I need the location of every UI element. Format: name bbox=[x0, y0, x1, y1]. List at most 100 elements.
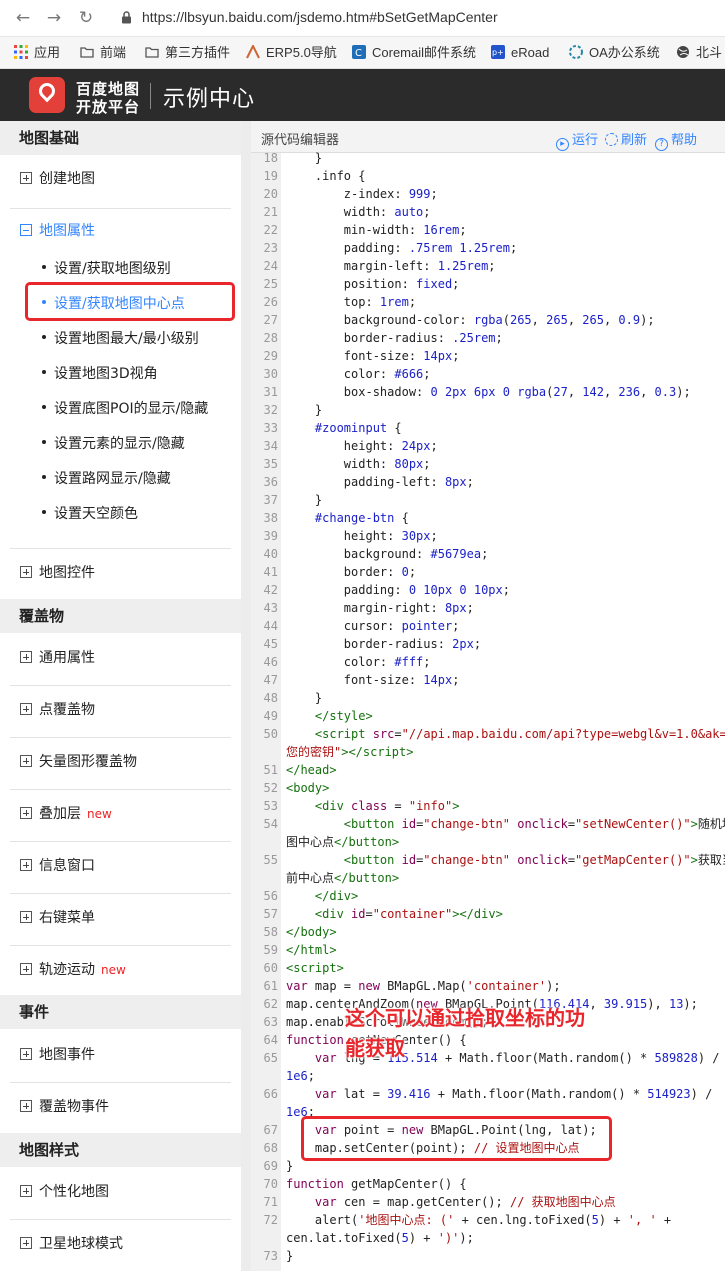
sidebar-item-point-overlay[interactable]: 点覆盖物 bbox=[20, 700, 95, 720]
code-line[interactable]: font-size: 14px; bbox=[286, 671, 460, 689]
sidebar-item-map-props[interactable]: 地图属性 bbox=[20, 221, 95, 241]
code-line[interactable]: } bbox=[286, 689, 322, 707]
code-line[interactable]: height: 24px; bbox=[286, 437, 438, 455]
code-line[interactable]: width: auto; bbox=[286, 203, 431, 221]
code-line[interactable]: border-radius: 2px; bbox=[286, 635, 481, 653]
sidebar-item-info-window[interactable]: 信息窗口 bbox=[20, 856, 95, 876]
code-line[interactable]: margin-right: 8px; bbox=[286, 599, 474, 617]
sidebar-item-context-menu[interactable]: 右键菜单 bbox=[20, 908, 95, 928]
code-line[interactable]: <button id="change-btn" onclick="getMapC… bbox=[286, 851, 725, 869]
sidebar-item-map-events[interactable]: 地图事件 bbox=[20, 1045, 95, 1065]
sub-item-label: 设置路网显示/隐藏 bbox=[54, 471, 171, 487]
code-line[interactable]: top: 1rem; bbox=[286, 293, 416, 311]
code-line[interactable]: 前中心点</button> bbox=[286, 869, 399, 887]
code-line[interactable]: var lat = 39.416 + Math.floor(Math.rando… bbox=[286, 1085, 712, 1103]
sidebar-item-satellite[interactable]: 卫星地球模式 bbox=[20, 1234, 123, 1254]
code-line[interactable]: cen.lat.toFixed(5) + ')'); bbox=[286, 1229, 474, 1247]
sidebar-item-map-controls[interactable]: 地图控件 bbox=[20, 563, 95, 583]
code-line[interactable]: </html> bbox=[286, 941, 337, 959]
sub-item-element-visibility[interactable]: 设置元素的显示/隐藏 bbox=[42, 434, 185, 454]
code-line[interactable]: font-size: 14px; bbox=[286, 347, 460, 365]
code-line[interactable]: </head> bbox=[286, 761, 337, 779]
code-line[interactable]: var cen = map.getCenter(); // 获取地图中心点 bbox=[286, 1193, 616, 1211]
code-line[interactable]: </div> bbox=[286, 887, 358, 905]
code-line[interactable]: color: #666; bbox=[286, 365, 431, 383]
url-field[interactable]: https://lbsyun.baidu.com/jsdemo.htm#bSet… bbox=[142, 9, 498, 25]
bookmark-erp[interactable]: ERP5.0导航 bbox=[246, 44, 337, 62]
code-line[interactable]: </body> bbox=[286, 923, 337, 941]
bookmark-eroad[interactable]: p+ eRoad bbox=[491, 44, 549, 62]
code-line[interactable]: margin-left: 1.25rem; bbox=[286, 257, 496, 275]
forward-arrow-icon[interactable]: → bbox=[45, 9, 63, 27]
code-line[interactable]: border: 0; bbox=[286, 563, 416, 581]
code-line[interactable]: <div id="container"></div> bbox=[286, 905, 503, 923]
code-line[interactable]: <script> bbox=[286, 959, 344, 977]
back-arrow-icon[interactable]: ← bbox=[14, 9, 32, 27]
code-line[interactable]: } bbox=[286, 1247, 293, 1265]
code-line[interactable]: } bbox=[286, 401, 322, 419]
code-line[interactable]: color: #fff; bbox=[286, 653, 431, 671]
code-line[interactable]: border-radius: .25rem; bbox=[286, 329, 503, 347]
code-line[interactable]: box-shadow: 0 2px 6px 0 rgba(27, 142, 23… bbox=[286, 383, 691, 401]
sidebar-item-layer[interactable]: 叠加层 new bbox=[20, 804, 112, 824]
code-line[interactable]: } bbox=[286, 149, 322, 167]
sub-item-sky-color[interactable]: 设置天空颜色 bbox=[42, 504, 138, 524]
help-button[interactable]: ? 帮助 bbox=[655, 129, 697, 151]
code-line[interactable]: function getMapCenter() { bbox=[286, 1175, 467, 1193]
code-line[interactable]: #change-btn { bbox=[286, 509, 409, 527]
sidebar-item-custom-map[interactable]: 个性化地图 bbox=[20, 1182, 109, 1202]
divider bbox=[10, 945, 231, 946]
code-line[interactable]: z-index: 999; bbox=[286, 185, 438, 203]
run-button[interactable]: ▸ 运行 bbox=[556, 129, 598, 151]
code-line[interactable]: var map = new BMapGL.Map('container'); bbox=[286, 977, 561, 995]
code-line[interactable]: alert('地图中心点: (' + cen.lng.toFixed(5) + … bbox=[286, 1211, 671, 1229]
sidebar-item-create-map[interactable]: 创建地图 bbox=[20, 169, 95, 189]
code-line[interactable]: min-width: 16rem; bbox=[286, 221, 467, 239]
line-number: 69 bbox=[263, 1159, 278, 1173]
bookmark-apps[interactable]: 应用 bbox=[14, 44, 60, 62]
code-line[interactable]: position: fixed; bbox=[286, 275, 460, 293]
code-line[interactable]: background: #5679ea; bbox=[286, 545, 489, 563]
code-line[interactable]: 您的密钥"></script> bbox=[286, 743, 413, 761]
line-number: 34 bbox=[263, 439, 278, 453]
baidu-map-logo-icon[interactable] bbox=[29, 77, 65, 113]
code-line[interactable]: cursor: pointer; bbox=[286, 617, 460, 635]
code-line[interactable]: <button id="change-btn" onclick="setNewC… bbox=[286, 815, 725, 833]
code-line[interactable]: height: 30px; bbox=[286, 527, 438, 545]
sidebar-item-overlay-events[interactable]: 覆盖物事件 bbox=[20, 1097, 109, 1117]
code-line[interactable]: } bbox=[286, 1157, 293, 1175]
sidebar-item-track-motion[interactable]: 轨迹运动 new bbox=[20, 960, 126, 980]
code-line[interactable]: 图中心点</button> bbox=[286, 833, 399, 851]
panel-splitter[interactable] bbox=[241, 121, 251, 1271]
section-overlays: 覆盖物 bbox=[0, 599, 241, 633]
sub-item-road-visibility[interactable]: 设置路网显示/隐藏 bbox=[42, 469, 171, 489]
help-label: 帮助 bbox=[671, 133, 698, 148]
code-line[interactable]: #zoominput { bbox=[286, 419, 402, 437]
bookmark-plugins[interactable]: 第三方插件 bbox=[145, 44, 230, 62]
reload-icon[interactable]: ↻ bbox=[77, 9, 95, 27]
sub-item-3d-view[interactable]: 设置地图3D视角 bbox=[42, 364, 158, 384]
sub-item-poi-visibility[interactable]: 设置底图POI的显示/隐藏 bbox=[42, 399, 208, 419]
line-number: 66 bbox=[263, 1087, 278, 1101]
code-line[interactable]: <body> bbox=[286, 779, 329, 797]
code-line[interactable]: background-color: rgba(265, 265, 265, 0.… bbox=[286, 311, 655, 329]
code-line[interactable]: </style> bbox=[286, 707, 373, 725]
sub-item-zoom-level[interactable]: 设置/获取地图级别 bbox=[42, 259, 171, 279]
sidebar-item-general-props[interactable]: 通用属性 bbox=[20, 648, 95, 668]
sidebar-item-vector-overlay[interactable]: 矢量图形覆盖物 bbox=[20, 752, 137, 772]
bookmark-coremail[interactable]: C Coremail邮件系统 bbox=[352, 44, 476, 62]
code-line[interactable]: 1e6; bbox=[286, 1067, 315, 1085]
code-line[interactable]: padding: .75rem 1.25rem; bbox=[286, 239, 517, 257]
code-line[interactable]: .info { bbox=[286, 167, 366, 185]
code-line[interactable]: padding-left: 8px; bbox=[286, 473, 474, 491]
code-line[interactable]: padding: 0 10px 0 10px; bbox=[286, 581, 510, 599]
code-line[interactable]: <script src="//api.map.baidu.com/api?typ… bbox=[286, 725, 725, 743]
code-line[interactable]: <div class = "info"> bbox=[286, 797, 460, 815]
code-line[interactable]: } bbox=[286, 491, 322, 509]
bookmark-frontend[interactable]: 前端 bbox=[80, 44, 126, 62]
sub-item-min-max-zoom[interactable]: 设置地图最大/最小级别 bbox=[42, 329, 199, 349]
bookmark-beidou[interactable]: 北斗 bbox=[676, 44, 722, 62]
bookmark-oa[interactable]: OA办公系统 bbox=[569, 44, 660, 62]
refresh-button[interactable]: 刷新 bbox=[605, 129, 647, 148]
code-line[interactable]: width: 80px; bbox=[286, 455, 431, 473]
